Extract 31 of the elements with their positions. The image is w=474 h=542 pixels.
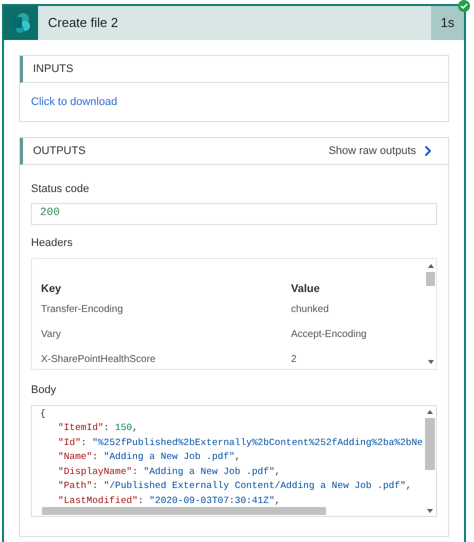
code-line: "ItemId": 150,: [57, 421, 138, 436]
scroll-up-icon[interactable]: [426, 408, 434, 416]
status-code-field: 200: [31, 202, 437, 224]
code-line: "Name": "Adding a New Job .pdf",: [57, 450, 240, 464]
download-link[interactable]: Click to download: [31, 94, 118, 110]
action-title: Create file 2: [47, 14, 120, 32]
code-line: {: [40, 406, 46, 420]
table-cell-text: X-SharePointHealthScore: [41, 353, 157, 367]
scroll-thumb[interactable]: [42, 506, 326, 514]
field-label: Body: [31, 383, 58, 398]
table-cell-text: chunked: [291, 303, 329, 317]
section-title: OUTPUTS: [32, 144, 87, 159]
field-label: Status code: [31, 182, 90, 197]
code-line: "Path": "/Published Externally Content/Adding a New Job .pdf",: [57, 479, 412, 494]
field-label: Headers: [31, 236, 74, 250]
scroll-thumb[interactable]: [426, 272, 435, 286]
section-title: INPUTS: [32, 62, 74, 77]
scroll-up-icon[interactable]: [426, 262, 434, 270]
code-line: "DisplayName": "Adding a New Job .pdf",: [57, 464, 280, 479]
table-cell-text: Transfer-Encoding: [41, 303, 124, 317]
code-line: "LastModified": "2020-09-03T07:30:41Z",: [57, 494, 280, 508]
table-cell-text: Vary: [41, 328, 62, 342]
table-cell-text: Accept-Encoding: [291, 328, 367, 342]
duration-label: 1s: [431, 6, 464, 40]
scroll-thumb[interactable]: [425, 418, 435, 470]
scroll-down-icon[interactable]: [426, 358, 434, 366]
raw-outputs-link[interactable]: Show raw outputs: [328, 142, 436, 160]
code-line: "Id": "%252fPublished%2bExternally%2bContent%252fAdding%2ba%2bNe: [57, 436, 423, 450]
column-header: Key: [41, 282, 62, 296]
table-cell-text: 2: [291, 353, 297, 367]
column-header: Value: [291, 282, 320, 296]
